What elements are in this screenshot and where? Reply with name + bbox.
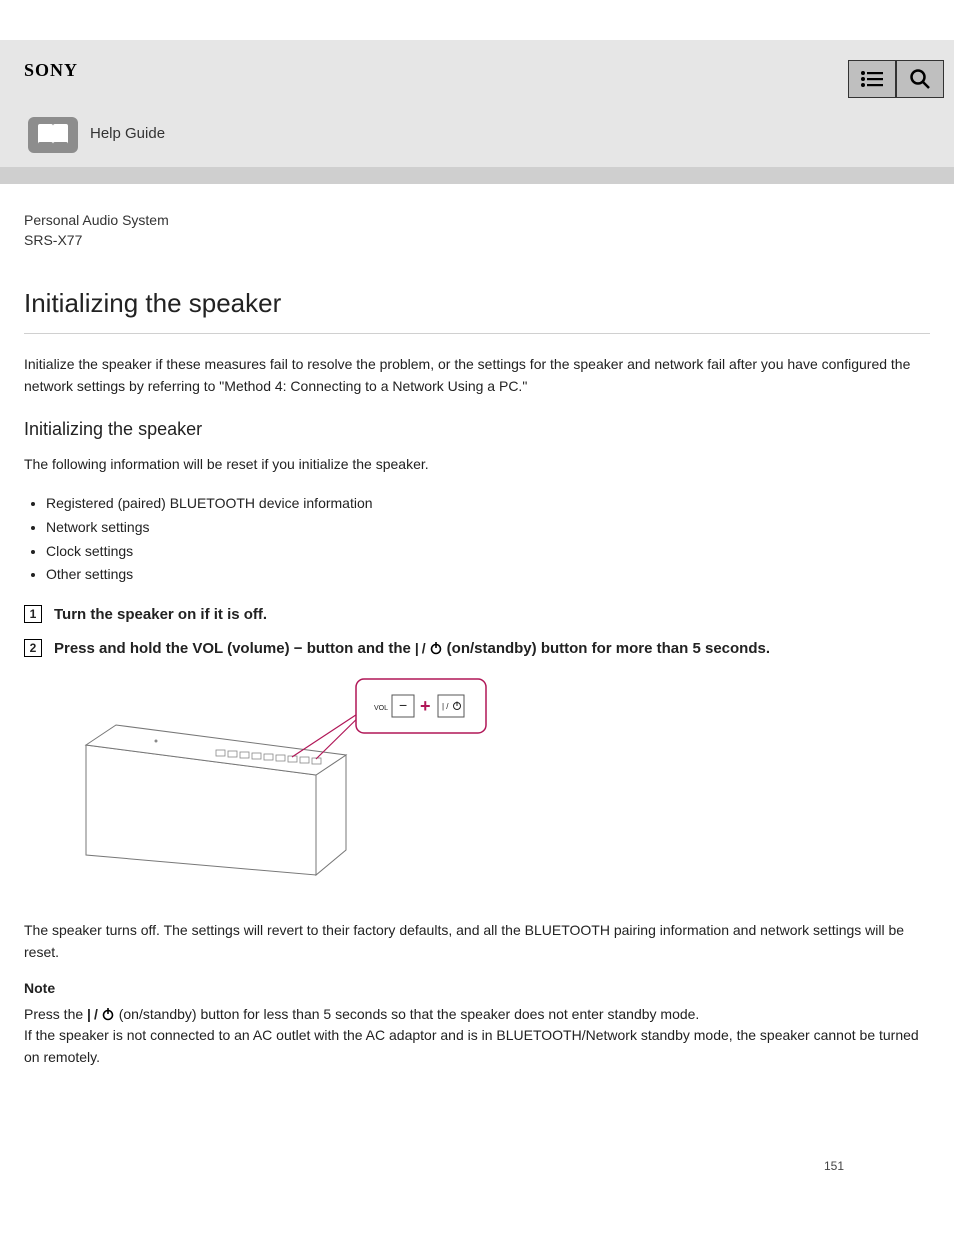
intro-paragraph: Initialize the speaker if these measures… (24, 354, 930, 397)
svg-text:−: − (399, 697, 407, 713)
divider (24, 333, 930, 334)
header-bar: SONY (0, 40, 954, 117)
power-bar-glyph: | (87, 1004, 91, 1026)
callout-vol-label: VOL (374, 705, 388, 712)
power-icon (429, 641, 443, 655)
speaker-illustration: VOL − + | / (36, 675, 930, 910)
step-number-1: 1 (24, 605, 42, 623)
step-2-text-a: Press and hold the VOL (volume) − button… (54, 640, 411, 657)
power-symbol-inline-note: | / (87, 1004, 115, 1026)
subheader: Help Guide (0, 117, 954, 167)
slash-glyph: / (94, 1004, 98, 1026)
brand-logo: SONY (24, 60, 78, 81)
main-content: Personal Audio System SRS-X77 Initializi… (0, 184, 954, 1069)
step-1-heading: 1 Turn the speaker on if it is off. (24, 605, 930, 623)
page-number: 151 (0, 1159, 954, 1173)
toc-button[interactable] (848, 60, 896, 98)
list-item: Clock settings (46, 540, 930, 564)
note-text-b: (on/standby) button for less than 5 seco… (119, 1006, 700, 1022)
search-icon (909, 68, 931, 90)
guide-icon (28, 117, 78, 153)
svg-text:| /: | / (442, 702, 449, 711)
note-heading: Note (24, 980, 930, 996)
breadcrumb-strip (0, 167, 954, 184)
step-2-text-b: (on/standby) button for more than 5 seco… (447, 640, 770, 657)
reset-list: Registered (paired) BLUETOOTH device inf… (24, 492, 930, 587)
list-item: Network settings (46, 516, 930, 540)
note-text-c: If the speaker is not connected to an AC… (24, 1027, 919, 1065)
list-item: Registered (paired) BLUETOOTH device inf… (46, 492, 930, 516)
guide-label: Help Guide (90, 125, 165, 142)
search-button[interactable] (896, 60, 944, 98)
step-1-text: Turn the speaker on if it is off. (54, 606, 267, 623)
power-symbol-inline: | / (415, 640, 443, 656)
slash-glyph: / (422, 640, 426, 656)
power-bar-glyph: | (415, 640, 419, 656)
note-paragraph: Press the | / (on/standby) button for le… (24, 1004, 930, 1069)
after-init-paragraph: The speaker turns off. The settings will… (24, 920, 930, 963)
list-item: Other settings (46, 563, 930, 587)
reset-intro: The following information will be reset … (24, 454, 930, 476)
note-text-a: Press the (24, 1006, 87, 1022)
callout-plus-icon: + (420, 696, 431, 716)
product-category: Personal Audio System (24, 212, 930, 228)
page-title: Initializing the speaker (24, 288, 930, 319)
list-icon (860, 70, 884, 88)
section-heading: Initializing the speaker (24, 419, 930, 440)
product-model: SRS-X77 (24, 232, 930, 248)
step-2-heading: 2 Press and hold the VOL (volume) − butt… (24, 639, 930, 657)
power-icon (101, 1007, 115, 1021)
header-buttons (848, 60, 944, 98)
step-number-2: 2 (24, 639, 42, 657)
